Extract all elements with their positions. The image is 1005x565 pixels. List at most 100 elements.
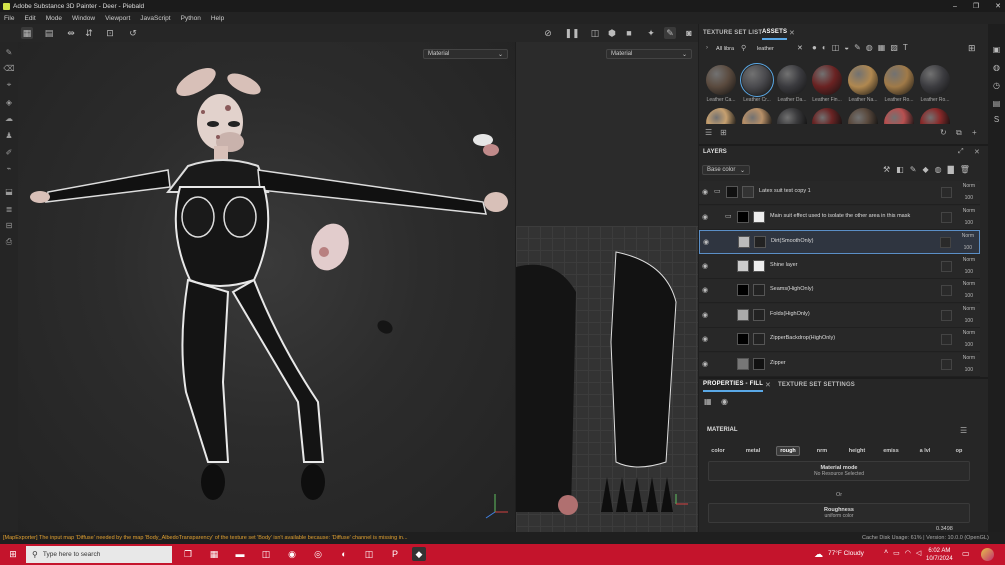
frame-icon[interactable]: ⊡ bbox=[104, 27, 116, 39]
visibility-eye-icon[interactable]: ◉ bbox=[702, 286, 708, 294]
menu-mode[interactable]: Mode bbox=[46, 15, 62, 22]
opacity-field[interactable]: 100 bbox=[964, 245, 972, 251]
app-icon-1[interactable]: ◫ bbox=[259, 547, 273, 561]
channel-nrm[interactable]: nrm bbox=[810, 446, 834, 456]
mirror-y-icon[interactable]: ⇵ bbox=[83, 27, 95, 39]
asset-thumbnail[interactable] bbox=[777, 65, 807, 95]
substance-painter-taskbar-icon[interactable]: ◆ bbox=[412, 547, 426, 561]
display-mode-icon[interactable]: ◫ bbox=[589, 27, 601, 39]
layer-row[interactable]: ◉ ▭ Main suit effect used to isolate the o… bbox=[699, 206, 980, 230]
paint-mode-icon[interactable]: ✎ bbox=[664, 27, 676, 39]
opacity-field[interactable]: 100 bbox=[965, 342, 973, 348]
material-mode-box[interactable]: Material mode No Resource Selected bbox=[708, 461, 970, 481]
layer-checkbox[interactable] bbox=[941, 212, 952, 223]
opacity-field[interactable]: 100 bbox=[965, 318, 973, 324]
asset-folder-icon[interactable]: ⊞ bbox=[720, 128, 727, 137]
substance-icon[interactable]: S bbox=[991, 114, 1002, 125]
close-button[interactable]: ✕ bbox=[995, 2, 1001, 10]
network-icon[interactable]: ▭ bbox=[893, 549, 900, 557]
app-icon-2[interactable]: ◫ bbox=[362, 547, 376, 561]
projection-icon[interactable]: ⌖ bbox=[3, 79, 15, 91]
notifications-icon[interactable]: ▭ bbox=[962, 549, 970, 558]
store-icon[interactable]: ▦ bbox=[207, 547, 221, 561]
geometry-fill-icon[interactable]: ◈ bbox=[3, 96, 15, 108]
hide-icon[interactable]: ⊘ bbox=[542, 27, 554, 39]
shader-icon[interactable]: ⬢ bbox=[606, 27, 618, 39]
tile-view-icon[interactable]: ▤ bbox=[43, 27, 55, 39]
wifi-icon[interactable]: ◠ bbox=[905, 549, 911, 557]
opacity-field[interactable]: 100 bbox=[965, 293, 973, 299]
taskbar-search-input[interactable]: Type here to search bbox=[43, 551, 100, 558]
add-asset-icon[interactable]: + bbox=[972, 128, 977, 137]
fill-properties-icon[interactable]: ▦ bbox=[704, 397, 712, 406]
mask-filter-icon[interactable]: ◫ bbox=[832, 43, 840, 52]
layer-checkbox[interactable] bbox=[941, 359, 952, 370]
tab-texture-set-settings[interactable]: TEXTURE SET SETTINGS bbox=[778, 378, 855, 392]
material-sphere-icon[interactable]: ◉ bbox=[721, 397, 728, 406]
menu-icon[interactable]: ☰ bbox=[960, 426, 967, 435]
menu-help[interactable]: Help bbox=[211, 15, 224, 22]
new-window-icon[interactable]: ⧉ bbox=[956, 128, 962, 138]
asset-thumbnail[interactable] bbox=[884, 65, 914, 95]
add-paint-layer-icon[interactable]: ✎ bbox=[910, 165, 917, 174]
menu-viewport[interactable]: Viewport bbox=[105, 15, 130, 22]
clear-search-icon[interactable]: ✕ bbox=[797, 44, 803, 52]
visibility-eye-icon[interactable]: ◉ bbox=[702, 335, 708, 343]
copilot-icon[interactable] bbox=[981, 548, 994, 561]
screenshot-icon[interactable]: ◙ bbox=[683, 27, 695, 39]
layer-row[interactable]: ◉ ▭ Latex suit test copy 1 Norm 100 bbox=[699, 181, 980, 205]
material-filter-icon[interactable]: ● bbox=[812, 43, 817, 52]
display-settings-icon[interactable]: ◍ bbox=[991, 62, 1002, 73]
weather-text[interactable]: 77°F Cloudy bbox=[828, 550, 864, 557]
visibility-eye-icon[interactable]: ◉ bbox=[702, 311, 708, 319]
tab-texture-set-list[interactable]: TEXTURE SET LIST bbox=[703, 26, 762, 40]
layer-checkbox[interactable] bbox=[940, 237, 951, 248]
folder-icon[interactable]: ▭ bbox=[714, 187, 721, 195]
viewport-3d[interactable]: Material ⌄ bbox=[18, 42, 515, 532]
stencil-icon[interactable]: ⊟ bbox=[3, 219, 15, 231]
maximize-panel-icon[interactable]: ⤢ bbox=[958, 148, 964, 156]
blend-mode-dropdown[interactable]: Norm bbox=[963, 183, 975, 189]
blend-mode-dropdown[interactable]: Norm bbox=[963, 355, 975, 361]
add-fill-layer-icon[interactable]: ◆ bbox=[922, 165, 928, 174]
clone-icon[interactable]: ♟ bbox=[3, 129, 15, 141]
minimize-button[interactable]: – bbox=[953, 3, 957, 10]
taskbar-search[interactable]: ⚲ Type here to search bbox=[26, 546, 172, 563]
blend-mode-dropdown[interactable]: Norm bbox=[963, 330, 975, 336]
layer-row[interactable]: ◉ Folds(HighOnly) Norm 100 bbox=[699, 304, 980, 328]
texture-filter-icon[interactable]: ▦ bbox=[878, 43, 886, 52]
layer-row[interactable]: ◉ Zipper Norm 100 bbox=[699, 353, 980, 377]
firefox-icon[interactable]: ◐ bbox=[337, 547, 351, 561]
mask-thumbnail[interactable] bbox=[753, 333, 765, 345]
blend-mode-dropdown[interactable]: Norm bbox=[962, 233, 974, 239]
folder-icon[interactable]: ▭ bbox=[725, 212, 732, 220]
layer-row[interactable]: ◉ Dirt(SmoothOnly) Norm 100 bbox=[699, 230, 980, 254]
visibility-eye-icon[interactable]: ◉ bbox=[702, 213, 708, 221]
mask-thumbnail[interactable] bbox=[753, 358, 765, 370]
layer-checkbox[interactable] bbox=[941, 285, 952, 296]
smart-material-filter-icon[interactable]: ◐ bbox=[822, 43, 827, 52]
channel-rough[interactable]: rough bbox=[776, 446, 800, 456]
log-icon[interactable]: ▤ bbox=[991, 98, 1002, 109]
menu-window[interactable]: Window bbox=[72, 15, 95, 22]
menu-javascript[interactable]: JavaScript bbox=[140, 15, 170, 22]
visibility-eye-icon[interactable]: ◉ bbox=[703, 238, 709, 246]
mirror-x-icon[interactable]: ⇹ bbox=[65, 27, 77, 39]
layer-checkbox[interactable] bbox=[941, 187, 952, 198]
path-icon[interactable]: ⌁ bbox=[3, 162, 15, 174]
viewport-2d[interactable]: Material ⌄ bbox=[516, 42, 698, 532]
chrome-icon[interactable]: ◎ bbox=[311, 547, 325, 561]
asset-search-input[interactable]: leather bbox=[757, 46, 797, 52]
opacity-field[interactable]: 100 bbox=[965, 269, 973, 275]
layer-checkbox[interactable] bbox=[941, 261, 952, 272]
grid-layout-icon[interactable]: ⊞ bbox=[968, 43, 976, 54]
volume-icon[interactable]: ◁ bbox=[916, 549, 921, 557]
asset-thumbnail[interactable] bbox=[812, 65, 842, 95]
close-icon[interactable]: ✕ bbox=[765, 381, 771, 389]
layer-channel-dropdown[interactable]: Base color ⌄ bbox=[702, 165, 750, 175]
layer-row[interactable]: ◉ ZipperBackdrop(HighOnly) Norm 100 bbox=[699, 328, 980, 352]
channel-a-lvl[interactable]: a lvl bbox=[913, 446, 937, 456]
history-icon[interactable]: ↺ bbox=[127, 27, 139, 39]
blend-mode-dropdown[interactable]: Norm bbox=[963, 281, 975, 287]
layer-checkbox[interactable] bbox=[941, 310, 952, 321]
